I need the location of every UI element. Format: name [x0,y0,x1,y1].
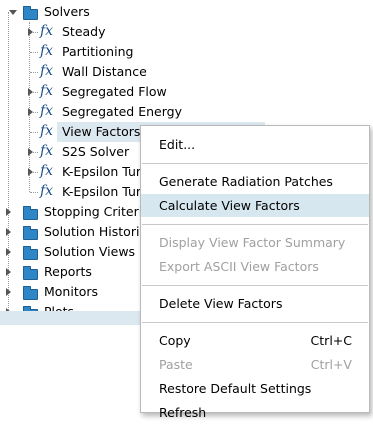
folder-icon [23,266,38,280]
menu-item-label: Edit... [159,137,196,152]
tree-node-label: Solution Views [44,244,136,259]
tree-guide-line [30,52,38,53]
menu-item-restore-default-settings[interactable]: Restore Default Settings [141,377,369,400]
fx-icon: fx [40,163,54,179]
fx-icon: fx [40,23,54,39]
tree-node-label: Solvers [44,4,90,19]
tree-guide-line [30,132,38,133]
folder-icon [23,226,38,240]
menu-item-label: Refresh [159,405,207,420]
tree-node-label: S2S Solver [62,144,130,159]
expand-arrow-icon[interactable] [28,28,33,36]
fx-icon: fx [40,143,54,159]
menu-item-generate-radiation-patches[interactable]: Generate Radiation Patches [141,170,369,193]
menu-item-export-ascii-view-factors: Export ASCII View Factors [141,255,369,278]
tree-guide-line [30,72,38,73]
tree-node-solver[interactable]: fx Partitioning [0,42,373,62]
folder-icon [23,246,38,260]
tree-node-label: Stopping Criteria [44,204,150,219]
menu-item-label: Generate Radiation Patches [159,174,333,189]
tree-node-label: Segregated Flow [62,84,167,99]
tree-node-solvers[interactable]: Solvers [0,2,373,22]
fx-icon: fx [40,103,54,119]
tree-node-label: Wall Distance [62,64,147,79]
menu-item-label: Display View Factor Summary [159,235,346,250]
menu-separator [142,322,368,323]
expand-arrow-icon[interactable] [6,208,11,216]
menu-item-copy[interactable]: Copy Ctrl+C [141,329,369,352]
collapse-arrow-icon[interactable] [9,10,17,15]
menu-separator [142,224,368,225]
context-menu: Edit... Generate Radiation Patches Calcula… [140,125,370,420]
menu-item-refresh[interactable]: Refresh [141,401,369,424]
tree-node-label: Monitors [44,284,99,299]
menu-item-display-view-factor-summary: Display View Factor Summary [141,231,369,254]
menu-item-label: Export ASCII View Factors [159,259,319,274]
tree-node-label: Segregated Energy [62,104,182,119]
tree-guide-line [30,192,38,193]
expand-arrow-icon[interactable] [6,288,11,296]
expand-arrow-icon[interactable] [6,248,11,256]
expand-arrow-icon[interactable] [28,168,33,176]
menu-item-label: Restore Default Settings [159,381,312,396]
tree-row-highlight-strip [0,311,140,325]
folder-icon [23,286,38,300]
tree-node-solver[interactable]: fx Wall Distance [0,62,373,82]
menu-item-delete-view-factors[interactable]: Delete View Factors [141,292,369,315]
expand-arrow-icon[interactable] [28,88,33,96]
expand-arrow-icon[interactable] [28,108,33,116]
menu-item-label: Paste [159,357,193,372]
tree-node-solver[interactable]: fx Steady [0,22,373,42]
tree-node-solver[interactable]: fx Segregated Flow [0,82,373,102]
menu-item-label: Calculate View Factors [159,198,300,213]
tree-node-label: Solution Histories [44,224,154,239]
tree-node-solver[interactable]: fx Segregated Energy [0,102,373,122]
menu-separator [142,285,368,286]
fx-icon: fx [40,183,54,199]
folder-icon [23,6,38,20]
fx-icon: fx [40,123,54,139]
folder-icon [23,206,38,220]
menu-item-calculate-view-factors[interactable]: Calculate View Factors [141,194,369,217]
menu-item-paste: Paste Ctrl+V [141,353,369,376]
expand-arrow-icon[interactable] [28,148,33,156]
menu-item-shortcut: Ctrl+V [310,357,352,372]
expand-arrow-icon[interactable] [6,228,11,236]
expand-arrow-icon[interactable] [6,268,11,276]
menu-item-edit[interactable]: Edit... [141,133,369,156]
menu-item-shortcut: Ctrl+C [310,333,352,348]
fx-icon: fx [40,83,54,99]
menu-item-label: Copy [159,333,191,348]
tree-node-label: Partitioning [62,44,134,59]
tree-node-label: Reports [44,264,92,279]
menu-item-label: Delete View Factors [159,296,283,311]
menu-separator [142,163,368,164]
fx-icon: fx [40,63,54,79]
fx-icon: fx [40,43,54,59]
tree-node-label: Steady [62,24,106,39]
